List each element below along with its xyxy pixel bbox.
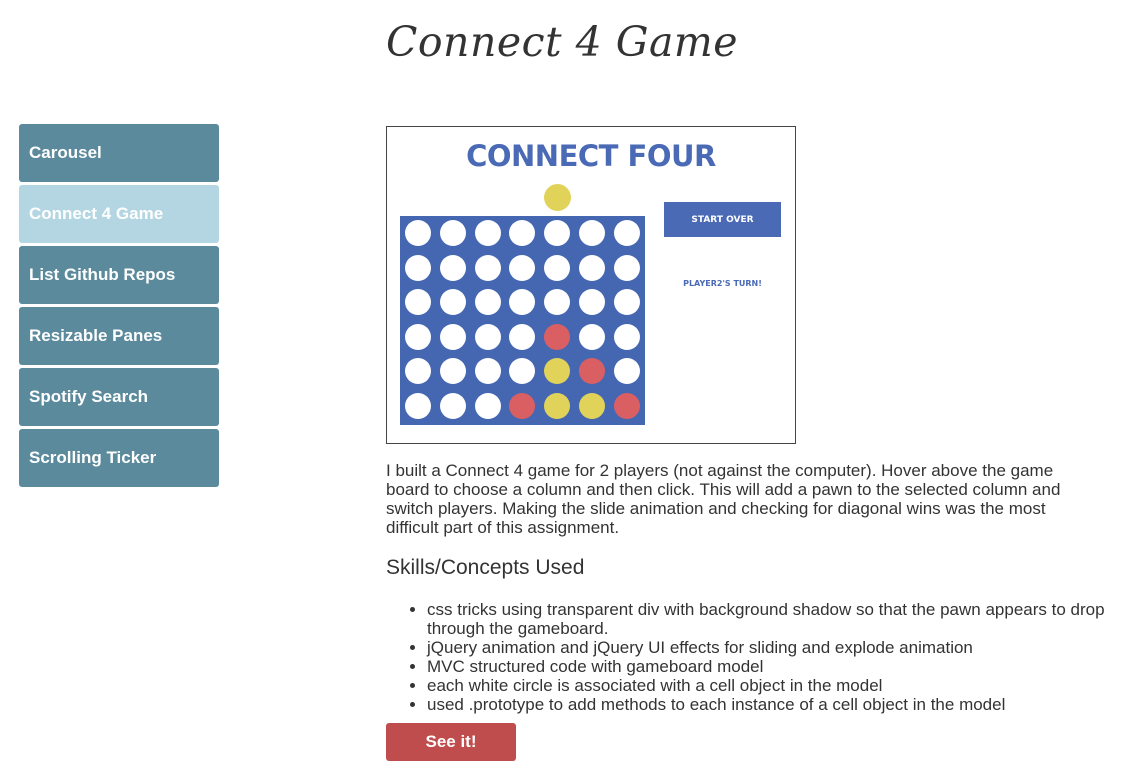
hover-pawn: [544, 184, 571, 211]
board-cell-white: [474, 392, 501, 419]
start-over-button: START OVER: [664, 202, 781, 237]
board-cell-white: [405, 392, 431, 419]
sidebar-nav: Carousel Connect 4 Game List Github Repo…: [19, 124, 219, 490]
list-item: css tricks using transparent div with ba…: [427, 600, 1117, 638]
list-item: MVC structured code with gameboard model: [427, 657, 1117, 676]
board-cell-red: [509, 392, 536, 419]
board-cell-white: [439, 289, 466, 316]
screenshot-title: CONNECT FOUR: [466, 139, 716, 173]
board-cell-white: [474, 254, 501, 281]
sidebar-item-carousel[interactable]: Carousel: [19, 124, 219, 182]
board-cell-white: [405, 358, 431, 385]
project-description: I built a Connect 4 game for 2 players (…: [386, 461, 1061, 537]
board-cell-white: [613, 323, 640, 350]
sidebar-item-connect-4-game[interactable]: Connect 4 Game: [19, 185, 219, 243]
list-item: each white circle is associated with a c…: [427, 676, 1117, 695]
sidebar-item-scrolling-ticker[interactable]: Scrolling Ticker: [19, 429, 219, 487]
board-cell-red: [578, 358, 605, 385]
board-cell-white: [509, 289, 536, 316]
board-cell-white: [474, 289, 501, 316]
board-cell-white: [439, 392, 466, 419]
game-screenshot: CONNECT FOUR START OVER PLAYER2'S TURN!: [386, 126, 796, 444]
board-cell-white: [474, 358, 501, 385]
board-cell-white: [613, 358, 640, 385]
board-cell-white: [439, 220, 466, 246]
board-cell-white: [439, 358, 466, 385]
see-it-button[interactable]: See it!: [386, 723, 516, 761]
skills-heading: Skills/Concepts Used: [386, 556, 585, 579]
board-cell-white: [578, 323, 605, 350]
board-cell-white: [544, 254, 571, 281]
board-cell-white: [613, 254, 640, 281]
board-cell-red: [544, 323, 571, 350]
board-cell-white: [439, 254, 466, 281]
page-title: Connect 4 Game: [386, 18, 739, 66]
board-cell-yellow: [578, 392, 605, 419]
board-cell-white: [439, 323, 466, 350]
board-cell-white: [405, 254, 431, 281]
board-cell-white: [613, 220, 640, 246]
skills-list: css tricks using transparent div with ba…: [386, 600, 1117, 714]
board-cell-white: [509, 254, 536, 281]
game-board: [400, 216, 645, 425]
board-cell-white: [405, 220, 431, 246]
board-cell-white: [509, 358, 536, 385]
board-cell-white: [405, 323, 431, 350]
board-cell-white: [578, 254, 605, 281]
sidebar-item-resizable-panes[interactable]: Resizable Panes: [19, 307, 219, 365]
sidebar-item-spotify-search[interactable]: Spotify Search: [19, 368, 219, 426]
board-cell-white: [544, 289, 571, 316]
board-cell-white: [405, 289, 431, 316]
list-item: jQuery animation and jQuery UI effects f…: [427, 638, 1117, 657]
board-cell-red: [613, 392, 640, 419]
board-cell-white: [509, 323, 536, 350]
sidebar-item-list-github-repos[interactable]: List Github Repos: [19, 246, 219, 304]
list-item: used .prototype to add methods to each i…: [427, 695, 1117, 714]
board-cell-white: [578, 220, 605, 246]
turn-indicator: PLAYER2'S TURN!: [683, 279, 762, 288]
board-cell-white: [578, 289, 605, 316]
board-cell-white: [474, 220, 501, 246]
board-cell-yellow: [544, 358, 571, 385]
board-cell-white: [544, 220, 571, 246]
board-cell-white: [474, 323, 501, 350]
board-cell-yellow: [544, 392, 571, 419]
board-cell-white: [613, 289, 640, 316]
board-cell-white: [509, 220, 536, 246]
